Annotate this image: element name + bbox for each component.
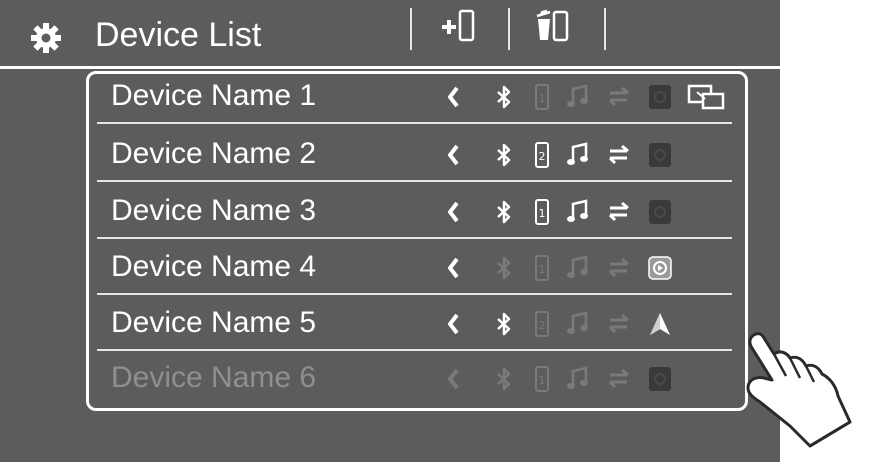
bluetooth-icon xyxy=(491,141,517,169)
add-device-button[interactable] xyxy=(438,6,482,50)
device-name: Device Name 4 xyxy=(111,250,317,283)
phone-icon: 2 xyxy=(529,310,555,338)
navigation-icon xyxy=(647,310,673,338)
bluetooth-icon xyxy=(491,83,517,111)
device-row[interactable]: Device Name 3 1 xyxy=(97,185,737,239)
mirror-screen-icon[interactable] xyxy=(687,83,727,111)
app-dark-icon xyxy=(647,365,673,393)
device-number: 1 xyxy=(539,207,546,220)
phone-icon: 1 xyxy=(529,365,555,393)
device-row[interactable]: Device Name 1 1 xyxy=(97,70,737,124)
bluetooth-icon xyxy=(491,254,517,282)
chevron-left-icon[interactable] xyxy=(441,254,467,282)
add-device-icon xyxy=(442,9,475,42)
app-dark-icon xyxy=(647,83,673,111)
device-name: Device Name 3 xyxy=(111,194,317,227)
music-note-icon xyxy=(565,254,591,282)
device-row[interactable]: Device Name 5 2 xyxy=(97,297,737,351)
phone-icon: 2 xyxy=(529,141,555,169)
toolbar-divider xyxy=(410,8,412,50)
phone-icon: 1 xyxy=(529,83,555,111)
device-row[interactable]: Device Name 6 1 xyxy=(97,352,737,406)
row-divider xyxy=(97,180,732,182)
row-divider xyxy=(97,293,732,295)
touch-hand-icon xyxy=(738,322,878,462)
transfer-arrows-icon xyxy=(607,198,633,226)
header-divider xyxy=(0,66,780,69)
device-name: Device Name 5 xyxy=(111,306,317,339)
chevron-left-icon[interactable] xyxy=(441,365,467,393)
phone-icon: 1 xyxy=(529,254,555,282)
row-divider xyxy=(97,122,732,124)
device-name: Device Name 1 xyxy=(111,79,317,112)
delete-device-icon xyxy=(536,9,569,42)
row-divider xyxy=(97,349,732,351)
app-dark-icon xyxy=(647,198,673,226)
row-divider xyxy=(97,237,732,239)
carplay-icon xyxy=(647,254,673,282)
chevron-left-icon[interactable] xyxy=(441,141,467,169)
device-name: Device Name 2 xyxy=(111,137,317,170)
music-note-icon xyxy=(565,141,591,169)
music-note-icon xyxy=(565,198,591,226)
transfer-arrows-icon xyxy=(607,254,633,282)
chevron-left-icon[interactable] xyxy=(441,310,467,338)
toolbar-divider xyxy=(604,8,606,50)
device-name: Device Name 6 xyxy=(111,361,317,394)
bluetooth-icon xyxy=(491,198,517,226)
device-number: 1 xyxy=(539,92,546,105)
device-number: 2 xyxy=(539,150,546,163)
page-title: Device List xyxy=(95,16,262,54)
chevron-left-icon[interactable] xyxy=(441,198,467,226)
device-number: 1 xyxy=(539,374,546,387)
gear-icon[interactable] xyxy=(30,22,62,54)
bluetooth-icon xyxy=(491,365,517,393)
device-number: 1 xyxy=(539,263,546,276)
bluetooth-icon xyxy=(491,310,517,338)
chevron-left-icon[interactable] xyxy=(441,83,467,111)
device-row[interactable]: Device Name 2 2 xyxy=(97,128,737,182)
transfer-arrows-icon xyxy=(607,365,633,393)
device-number: 2 xyxy=(539,319,546,332)
transfer-arrows-icon xyxy=(607,83,633,111)
delete-device-button[interactable] xyxy=(532,6,576,50)
phone-icon: 1 xyxy=(529,198,555,226)
transfer-arrows-icon xyxy=(607,310,633,338)
music-note-icon xyxy=(565,83,591,111)
music-note-icon xyxy=(565,365,591,393)
transfer-arrows-icon xyxy=(607,141,633,169)
app-dark-icon xyxy=(647,141,673,169)
device-row[interactable]: Device Name 4 1 xyxy=(97,241,737,295)
music-note-icon xyxy=(565,310,591,338)
toolbar-divider xyxy=(508,8,510,50)
header-bar: Device List xyxy=(0,0,780,66)
